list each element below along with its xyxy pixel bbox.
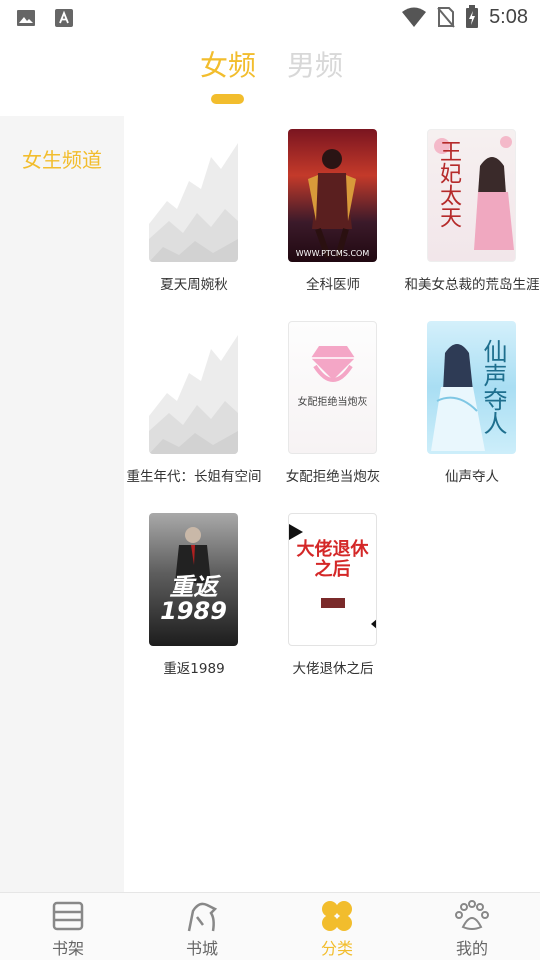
text-a-icon — [55, 9, 73, 27]
book-title: 重生年代：长姐有空间 — [126, 469, 262, 485]
book-title: 大佬退休之后 — [292, 661, 374, 677]
bookstore-icon — [187, 902, 218, 932]
wifi-icon — [402, 7, 427, 27]
cover-title-art: 大佬退休之后 — [296, 539, 369, 580]
mountain-placeholder-icon — [149, 335, 238, 454]
nav-bookstore[interactable]: 书城 — [152, 899, 252, 959]
mountain-placeholder-icon — [149, 143, 238, 262]
book-cover-placeholder — [149, 129, 238, 262]
book-cover: WWW.PTCMS.COM — [288, 129, 377, 262]
nav-category[interactable]: 分类 — [287, 899, 387, 959]
cover-title-art: 王妃太天 — [436, 140, 461, 228]
tab-female[interactable]: 女频 — [200, 44, 256, 84]
diamond-ring-icon — [311, 346, 355, 382]
cover-corner-marks — [289, 524, 376, 629]
book-cover: 重返1989 — [149, 513, 238, 646]
status-bar: 5:08 — [0, 0, 540, 36]
nav-bookshelf[interactable]: 书架 — [18, 899, 118, 959]
nav-label-mine: 我的 — [455, 939, 488, 958]
book-title: 重返1989 — [163, 661, 225, 677]
tab-male[interactable]: 男频 — [287, 44, 343, 84]
category-sidebar: 女生频道 — [0, 116, 124, 892]
bookshelf-icon — [52, 901, 84, 931]
bottom-navigation: 书架 书城 分类 我的 — [0, 892, 540, 960]
nav-label-bookstore: 书城 — [185, 939, 218, 958]
book-cover: 女配拒绝当炮灰 — [288, 321, 377, 454]
book-title: 和美女总裁的荒岛生涯 — [404, 277, 540, 293]
channel-tabs: 女频 男频 — [0, 36, 540, 116]
book-cover-placeholder — [149, 321, 238, 454]
book-cover: 仙声夺人 — [427, 321, 516, 454]
paw-icon — [455, 900, 489, 930]
nav-label-bookshelf: 书架 — [51, 939, 84, 958]
no-sim-icon — [437, 7, 455, 28]
status-time: 5:08 — [489, 5, 528, 28]
book-title: 夏天周婉秋 — [160, 277, 228, 293]
nav-mine[interactable]: 我的 — [422, 899, 522, 959]
sidebar-item-female-channel[interactable]: 女生频道 — [0, 144, 124, 173]
nav-label-category: 分类 — [320, 939, 353, 958]
warrior-illustration — [308, 149, 356, 259]
book-title: 女配拒绝当炮灰 — [285, 469, 381, 485]
active-tab-indicator — [211, 94, 244, 104]
image-icon — [17, 10, 35, 26]
cover-watermark: WWW.PTCMS.COM — [295, 249, 370, 258]
cover-title-art: 女配拒绝当炮灰 — [297, 397, 368, 408]
cover-title-art: 重返1989 — [160, 573, 227, 625]
cover-title-art: 仙声夺人 — [479, 339, 507, 435]
category-icon — [322, 901, 352, 931]
book-cover: 王妃太天 — [427, 129, 516, 262]
battery-icon — [466, 5, 479, 28]
book-title: 仙声夺人 — [445, 469, 499, 485]
book-grid: 夏天周婉秋 WWW.PTCMS.COM 全科医师 王妃太天 和美女总裁的荒岛生涯… — [124, 116, 540, 892]
book-cover: 大佬退休之后 — [288, 513, 377, 646]
book-title: 全科医师 — [306, 277, 360, 293]
